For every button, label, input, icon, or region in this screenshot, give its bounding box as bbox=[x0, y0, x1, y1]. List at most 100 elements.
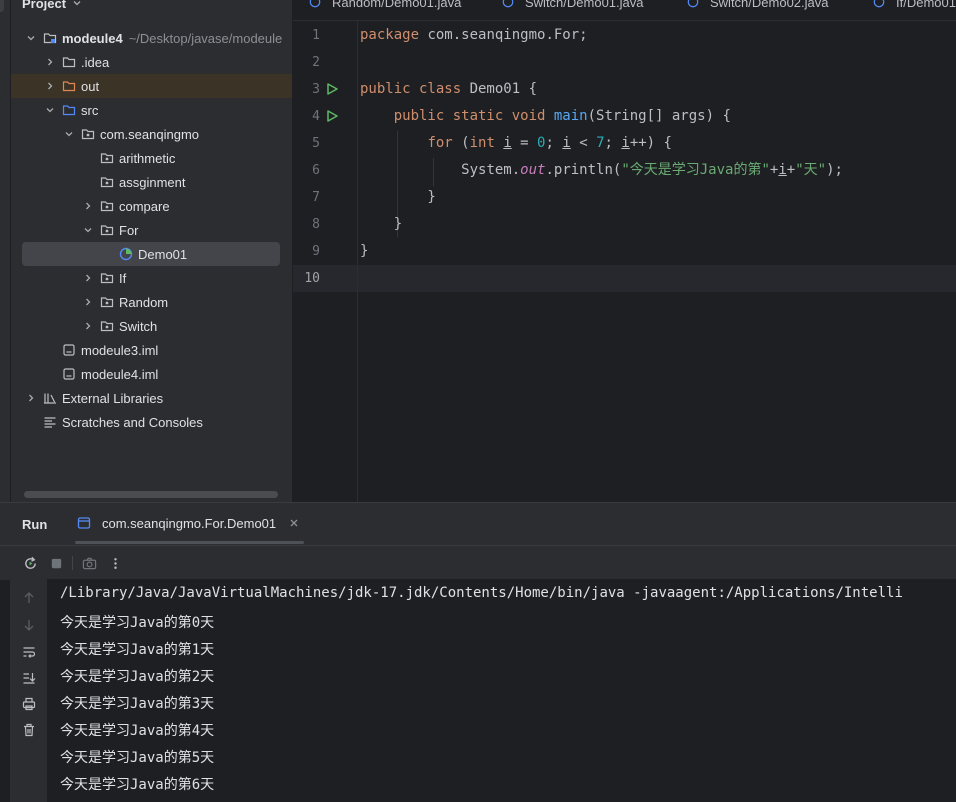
code-token: 7 bbox=[596, 135, 605, 151]
tree-chevron-spacer bbox=[100, 247, 114, 261]
close-icon[interactable] bbox=[286, 515, 302, 531]
rerun-button[interactable] bbox=[21, 554, 39, 572]
run-main-gutter-icon[interactable] bbox=[326, 110, 338, 122]
tree-item-out[interactable]: out bbox=[11, 74, 292, 98]
chevron-right-icon[interactable] bbox=[43, 79, 57, 93]
code-line-4: public static void main(String[] args) { bbox=[360, 103, 731, 130]
tree-chevron-spacer bbox=[81, 151, 95, 165]
code-line-1: package com.seanqingmo.For; bbox=[360, 22, 588, 49]
scroll-to-end-button[interactable] bbox=[20, 669, 38, 687]
java-class-icon bbox=[307, 0, 323, 10]
print-icon bbox=[22, 697, 36, 711]
line-number: 2 bbox=[312, 55, 320, 70]
code-token: (String[] args) { bbox=[587, 108, 731, 124]
tree-chevron-spacer bbox=[43, 343, 57, 357]
line-number: 7 bbox=[312, 190, 320, 205]
tree-item-label: compare bbox=[119, 198, 170, 214]
tree-item-com-seanqingmo[interactable]: com.seanqingmo bbox=[11, 122, 292, 146]
code-token: i bbox=[503, 135, 512, 151]
scroll-up-button[interactable] bbox=[20, 589, 38, 607]
arrow-down-icon bbox=[24, 620, 34, 631]
console-line: 今天是学习Java的第3天 bbox=[60, 696, 215, 712]
tree-item-switch[interactable]: Switch bbox=[11, 314, 292, 338]
code-token: ; bbox=[545, 135, 563, 151]
code-token: "今天是学习Java的第" bbox=[621, 162, 770, 178]
console-icon bbox=[76, 515, 92, 531]
console-output[interactable]: /Library/Java/JavaVirtualMachines/jdk-17… bbox=[47, 579, 956, 802]
package-icon bbox=[99, 174, 115, 190]
tree-item-compare[interactable]: compare bbox=[11, 194, 292, 218]
editor-tab-switch-demo01[interactable]: Switch/Demo01.java bbox=[500, 0, 644, 12]
gutter-separator bbox=[357, 21, 358, 502]
code-token: public static void bbox=[393, 108, 554, 124]
code-token: com.seanqingmo.For; bbox=[427, 27, 588, 43]
editor-tab-switch-demo02[interactable]: Switch/Demo02.java bbox=[685, 0, 829, 12]
chevron-right-icon[interactable] bbox=[43, 55, 57, 69]
tree-item-src[interactable]: src bbox=[11, 98, 292, 122]
editor-tab-if-demo01[interactable]: If/Demo01.java bbox=[871, 0, 956, 12]
project-panel: Project modeule4 ~/Desktop/javase/modeule… bbox=[11, 0, 292, 502]
code-token: out bbox=[520, 162, 546, 178]
more-options-button[interactable] bbox=[106, 554, 124, 572]
chevron-right-icon[interactable] bbox=[81, 271, 95, 285]
clear-all-button[interactable] bbox=[20, 721, 38, 739]
print-button[interactable] bbox=[20, 695, 38, 713]
tree-item-scratches-and-consoles[interactable]: Scratches and Consoles bbox=[11, 410, 292, 434]
tree-item-idea[interactable]: .idea bbox=[11, 50, 292, 74]
chevron-down-icon[interactable] bbox=[43, 103, 57, 117]
chevron-right-icon[interactable] bbox=[81, 295, 95, 309]
chevron-right-icon[interactable] bbox=[81, 199, 95, 213]
tree-item-label: src bbox=[81, 102, 99, 118]
project-panel-header[interactable]: Project bbox=[22, 0, 84, 13]
chevron-down-icon[interactable] bbox=[24, 31, 38, 45]
soft-wrap-button[interactable] bbox=[20, 643, 38, 661]
tree-item-for[interactable]: For bbox=[11, 218, 292, 242]
tree-item-demo01[interactable]: Demo01 bbox=[22, 242, 280, 266]
java-class-icon bbox=[871, 0, 887, 10]
tree-item-modeule3-iml[interactable]: modeule3.iml bbox=[11, 338, 292, 362]
tree-item-random[interactable]: Random bbox=[11, 290, 292, 314]
code-token: Demo01 { bbox=[469, 81, 538, 97]
code-line-8: } bbox=[360, 216, 403, 232]
code-token: < bbox=[570, 135, 597, 151]
chevron-down-icon[interactable] bbox=[81, 223, 95, 237]
tree-item-label: modeule3.iml bbox=[81, 342, 159, 358]
scratches-icon bbox=[42, 414, 58, 430]
stop-button[interactable] bbox=[47, 554, 65, 572]
chevron-down-icon[interactable] bbox=[62, 127, 76, 141]
run-class-gutter-icon[interactable] bbox=[326, 83, 338, 95]
tree-item-label: Switch bbox=[119, 318, 158, 334]
tree-item-modeule4[interactable]: modeule4 ~/Desktop/javase/modeule bbox=[11, 26, 292, 50]
tree-item-modeule4-iml[interactable]: modeule4.iml bbox=[11, 362, 292, 386]
run-tool-window: Run com.seanqingmo.For.Demo01 /Library/J… bbox=[0, 502, 956, 802]
tree-item-external-libraries[interactable]: External Libraries bbox=[11, 386, 292, 410]
line-number: 5 bbox=[312, 136, 320, 151]
chevron-right-icon[interactable] bbox=[81, 319, 95, 333]
toolbar-separator bbox=[72, 556, 73, 570]
chevron-right-icon[interactable] bbox=[24, 391, 38, 405]
run-config-tab[interactable]: com.seanqingmo.For.Demo01 bbox=[76, 515, 306, 531]
tree-item-assginment[interactable]: assginment bbox=[11, 170, 292, 194]
module-file-icon bbox=[61, 342, 77, 358]
soft-wrap-icon bbox=[23, 647, 36, 658]
run-toolbar bbox=[0, 545, 956, 580]
tree-item-label: assginment bbox=[119, 174, 186, 190]
console-line: 今天是学习Java的第2天 bbox=[60, 669, 215, 685]
tree-item-arithmetic[interactable]: arithmetic bbox=[11, 146, 292, 170]
scroll-to-end-icon bbox=[23, 673, 36, 684]
tree-item-label: .idea bbox=[81, 54, 110, 70]
console-line: /Library/Java/JavaVirtualMachines/jdk-17… bbox=[60, 585, 903, 601]
code-token: package bbox=[360, 27, 428, 43]
editor-tab-random-demo01[interactable]: Random/Demo01.java bbox=[307, 0, 461, 12]
tree-item-if[interactable]: If bbox=[11, 266, 292, 290]
package-icon bbox=[80, 126, 96, 142]
tree-item-label: com.seanqingmo bbox=[100, 126, 199, 142]
chevron-down-icon[interactable] bbox=[70, 0, 84, 10]
screenshot-button[interactable] bbox=[80, 554, 98, 572]
java-class-icon bbox=[685, 0, 701, 10]
code-token: i bbox=[621, 135, 630, 151]
project-horizontal-scrollbar[interactable] bbox=[24, 491, 278, 498]
editor-tab-bar: Random/Demo01.java Switch/Demo01.java Sw… bbox=[293, 0, 956, 21]
scroll-down-button[interactable] bbox=[20, 616, 38, 634]
